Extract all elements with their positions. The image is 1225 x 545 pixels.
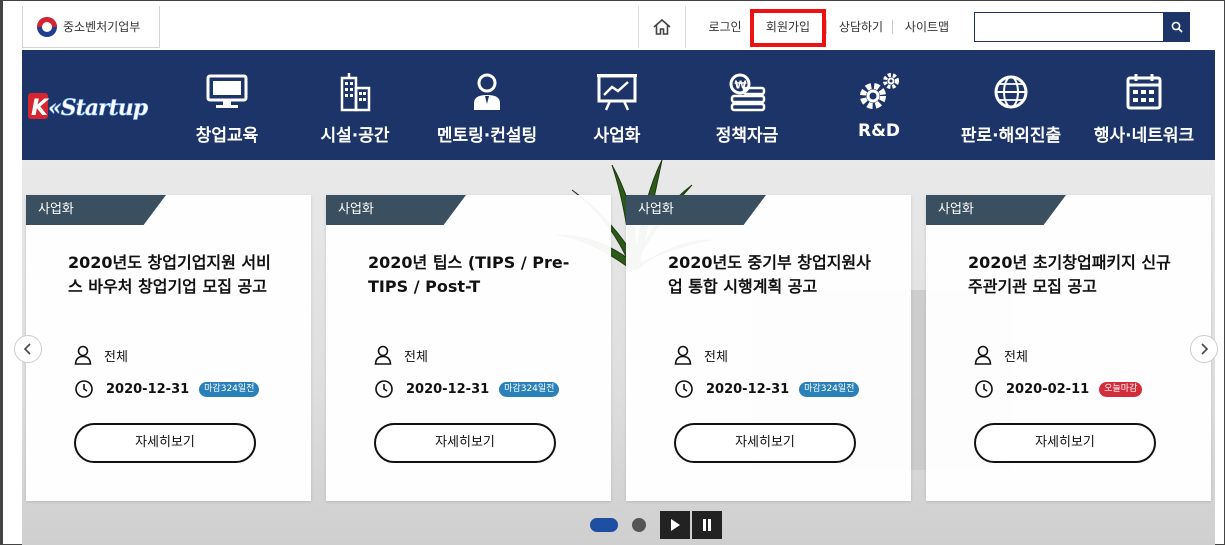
card-title[interactable]: 2020년 초기창업패키지 신규 주관기관 모집 공고 [968, 251, 1178, 299]
deadline-badge: 마감324일전 [199, 381, 260, 397]
card-title[interactable]: 2020년 팁스 (TIPS / Pre-TIPS / Post-T [368, 251, 578, 299]
nav-item-facility[interactable]: 시설·공간 [300, 50, 410, 160]
divider [826, 20, 827, 34]
presentation-chart-icon [597, 74, 637, 111]
building-icon [340, 73, 371, 112]
deadline-row: 2020-02-11 오늘마감 [974, 379, 1143, 399]
globe-icon [994, 75, 1028, 109]
nav-item-policy-fund[interactable]: ₩ 정책자금 [700, 50, 794, 160]
nav-item-mentoring[interactable]: 멘토링·컨설팅 [422, 50, 552, 160]
play-button[interactable] [660, 511, 690, 539]
details-button[interactable]: 자세히보기 [674, 423, 856, 463]
nav-item-education[interactable]: 창업교육 [180, 50, 274, 160]
category-tag: 사업화 [926, 195, 1066, 225]
category-tag: 사업화 [626, 195, 766, 225]
details-button[interactable]: 자세히보기 [74, 423, 256, 463]
next-slide-button[interactable] [1190, 335, 1218, 363]
prev-slide-button[interactable] [14, 335, 42, 363]
person-icon [374, 345, 392, 365]
search-icon [1171, 21, 1183, 33]
clock-icon [975, 380, 993, 398]
clock-icon [675, 380, 693, 398]
target-row: 전체 [674, 345, 728, 365]
svg-text:«Startup: «Startup [48, 95, 149, 121]
nav-item-commercialization[interactable]: 사업화 [570, 50, 664, 160]
consult-link[interactable]: 상담하기 [830, 6, 892, 48]
deadline-date: 2020-12-31 [106, 381, 190, 397]
home-icon [653, 18, 671, 35]
notice-card[interactable]: 사업화 2020년 초기창업패키지 신규 주관기관 모집 공고 전체 2020-… [926, 195, 1211, 501]
target-text: 전체 [404, 349, 428, 365]
clock-icon [75, 380, 93, 398]
nav-item-label: 정책자금 [715, 126, 779, 146]
deadline-date: 2020-12-31 [706, 381, 790, 397]
play-icon [671, 519, 680, 531]
details-button[interactable]: 자세히보기 [374, 423, 556, 463]
category-tag: 사업화 [26, 195, 166, 225]
money-icon: ₩ [729, 73, 766, 112]
mentor-icon [474, 73, 500, 110]
main-nav: K «Startup 창업교육 시설·공간 멘토링·컨설팅 사업화 ₩ 정책자금… [22, 50, 1215, 160]
person-icon [974, 345, 992, 365]
notice-card[interactable]: 사업화 2020년도 창업기업지원 서비스 바우처 창업기업 모집 공고 전체 … [26, 195, 311, 501]
notice-card[interactable]: 사업화 2020년 팁스 (TIPS / Pre-TIPS / Post-T 전… [326, 195, 611, 501]
card-title[interactable]: 2020년도 창업기업지원 서비스 바우처 창업기업 모집 공고 [68, 251, 278, 299]
deadline-row: 2020-12-31 마감324일전 [74, 379, 260, 399]
deadline-row: 2020-12-31 마감324일전 [374, 379, 560, 399]
target-row: 전체 [974, 345, 1028, 365]
gears-icon [860, 73, 899, 109]
monitor-icon [206, 74, 248, 108]
calendar-icon [1126, 74, 1162, 110]
nav-item-overseas[interactable]: 판로·해외진출 [948, 50, 1074, 160]
nav-item-label: 시설·공간 [320, 126, 390, 146]
home-button[interactable] [638, 6, 686, 48]
nav-item-label: 창업교육 [195, 126, 259, 146]
divider [892, 20, 893, 34]
target-text: 전체 [104, 349, 128, 365]
deadline-badge: 오늘마감 [1099, 381, 1143, 397]
target-text: 전체 [1004, 349, 1028, 365]
kstartup-logo-mark: K «Startup [28, 93, 150, 121]
person-icon [74, 345, 92, 365]
deadline-row: 2020-12-31 마감324일전 [674, 379, 860, 399]
target-row: 전체 [374, 345, 428, 365]
gov-logo[interactable]: 중소벤처기업부 [22, 6, 160, 48]
category-tag: 사업화 [326, 195, 466, 225]
pause-icon [703, 519, 711, 531]
pause-button[interactable] [692, 511, 722, 539]
nav-item-rnd[interactable]: R&D [832, 50, 926, 160]
top-utility-bar: 중소벤처기업부 로그인 회원가입 상담하기 사이트맵 [22, 6, 1215, 50]
deadline-badge: 마감324일전 [499, 381, 560, 397]
deadline-date: 2020-12-31 [406, 381, 490, 397]
nav-item-label: 행사·네트워크 [1093, 126, 1195, 146]
card-title[interactable]: 2020년도 중기부 창업지원사업 통합 시행계획 공고 [668, 251, 878, 299]
deadline-badge: 마감324일전 [799, 381, 860, 397]
slide-indicator-active[interactable] [590, 518, 618, 532]
nav-item-label: 멘토링·컨설팅 [436, 126, 538, 146]
nav-item-label: 사업화 [593, 126, 641, 146]
kstartup-logo[interactable]: K «Startup [28, 90, 158, 130]
chevron-right-icon [1201, 343, 1209, 355]
signup-highlight-box [750, 9, 826, 47]
sitemap-link[interactable]: 사이트맵 [896, 6, 958, 48]
deadline-date: 2020-02-11 [1006, 381, 1090, 397]
person-icon [674, 345, 692, 365]
search-input[interactable] [974, 12, 1188, 42]
target-text: 전체 [704, 349, 728, 365]
target-row: 전체 [74, 345, 128, 365]
gov-logo-text: 중소벤처기업부 [63, 20, 141, 34]
nav-item-label: R&D [857, 121, 901, 141]
notice-card[interactable]: 사업화 2020년도 중기부 창업지원사업 통합 시행계획 공고 전체 2020… [626, 195, 911, 501]
slide-indicator[interactable] [632, 518, 646, 532]
clock-icon [375, 380, 393, 398]
nav-item-label: 판로·해외진출 [960, 126, 1062, 146]
search-button[interactable] [1163, 12, 1190, 42]
chevron-left-icon [23, 343, 31, 355]
details-button[interactable]: 자세히보기 [974, 423, 1156, 463]
nav-item-events[interactable]: 행사·네트워크 [1082, 50, 1206, 160]
taegeuk-emblem-icon [37, 16, 57, 37]
login-link[interactable]: 로그인 [700, 6, 750, 48]
